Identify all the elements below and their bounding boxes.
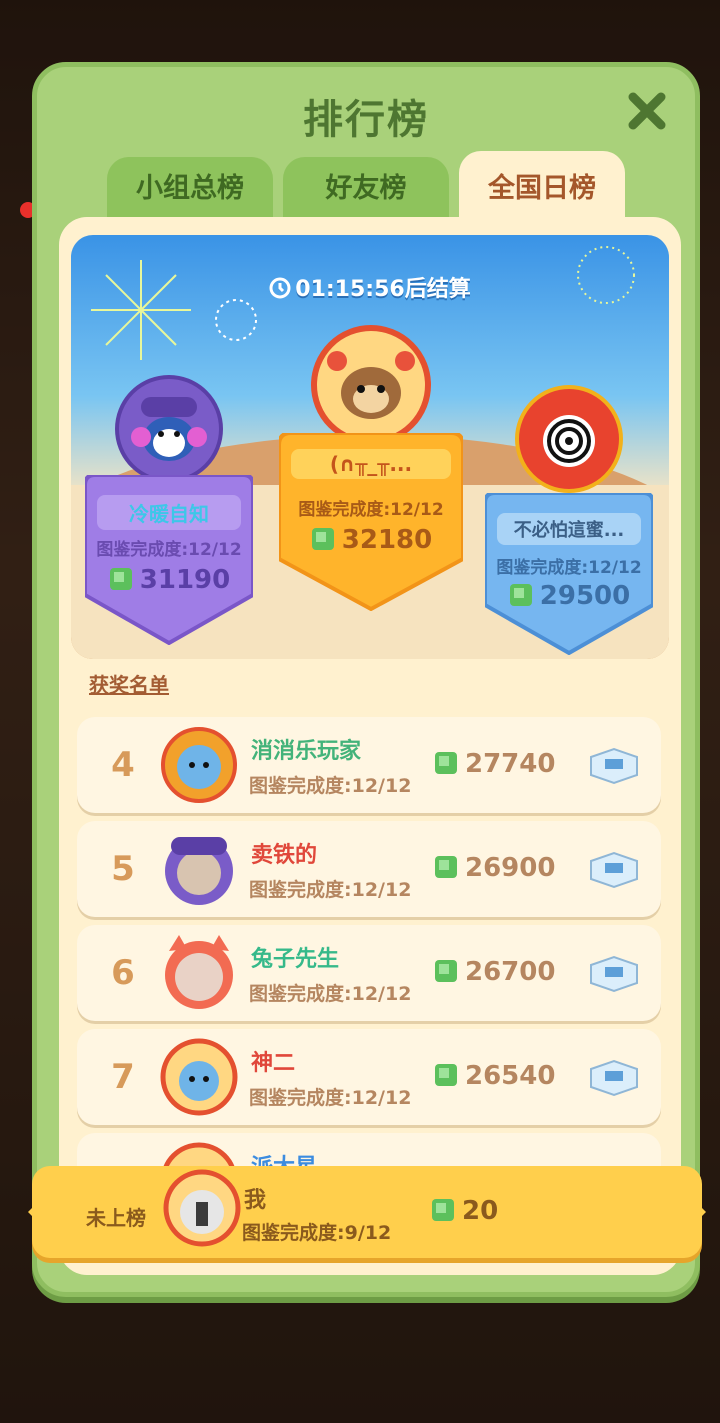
leaderboard-modal: 排行榜 小组总榜 好友榜 全国日榜 01:15:56后结算 冷暖自知 图鉴完成度…: [32, 62, 700, 1297]
my-progress: 图鉴完成度:9/12: [242, 1222, 392, 1244]
bar-right-cap-icon: [682, 1188, 706, 1236]
gem-icon: [435, 752, 457, 774]
list-item[interactable]: 4 消消乐玩家 图鉴完成度:12/12 27740: [77, 717, 661, 813]
podium-score-value: 29500: [539, 581, 631, 611]
podium-progress: 图鉴完成度:12/12: [496, 558, 642, 578]
awards-list-label[interactable]: 获奖名单: [89, 669, 169, 698]
gem-icon: [432, 1199, 454, 1221]
avatar: [165, 935, 233, 1009]
player-score-value: 26900: [465, 853, 556, 883]
avatar: [311, 325, 431, 445]
list-item[interactable]: 7 神二 图鉴完成度:12/12 26540: [77, 1029, 661, 1125]
reward-box-icon[interactable]: [587, 849, 641, 889]
podium-area: 01:15:56后结算 冷暖自知 图鉴完成度:12/12 31190 (∩╥_╥…: [71, 235, 669, 659]
podium-first[interactable]: (∩╥_╥... 图鉴完成度:12/12 32180: [279, 325, 463, 615]
player-progress: 图鉴完成度:12/12: [249, 775, 412, 797]
player-score: 26700: [433, 957, 555, 987]
my-name: 我: [244, 1188, 267, 1213]
reward-box-icon[interactable]: [587, 745, 641, 785]
podium-score: 32180: [279, 525, 463, 555]
player-name: 卖铁的: [251, 843, 318, 868]
avatar: [115, 375, 223, 483]
podium-name: 冷暖自知: [97, 495, 241, 530]
podium-score-value: 31190: [139, 565, 231, 595]
podium-progress: 图鉴完成度:12/12: [298, 500, 444, 520]
gem-icon: [509, 584, 532, 606]
spiral-icon: [543, 415, 595, 467]
tab-bar: 小组总榜 好友榜 全国日榜: [107, 151, 637, 221]
player-score: 26540: [433, 1061, 555, 1091]
settlement-timer: 01:15:56后结算: [71, 271, 669, 303]
my-rank-status: 未上榜: [86, 1206, 146, 1230]
reward-box-icon[interactable]: [587, 1057, 641, 1097]
podium-name: 不必怕這蜜...: [497, 513, 641, 545]
podium-second[interactable]: 冷暖自知 图鉴完成度:12/12 31190: [85, 375, 253, 645]
rank-number: 5: [111, 849, 135, 889]
tab-friends[interactable]: 好友榜: [283, 157, 449, 221]
podium-score-value: 32180: [341, 525, 433, 555]
rank-number: 6: [111, 953, 135, 993]
timer-text: 01:15:56后结算: [295, 277, 471, 302]
player-progress: 图鉴完成度:12/12: [249, 879, 412, 901]
modal-title: 排行榜: [303, 97, 429, 143]
podium-progress: 图鉴完成度:12/12: [96, 540, 242, 560]
avatar: [163, 1169, 241, 1247]
podium-third[interactable]: 不必怕這蜜... 图鉴完成度:12/12 29500: [485, 385, 653, 655]
player-score: 26900: [433, 853, 555, 883]
player-name: 神二: [251, 1051, 296, 1076]
gem-icon: [435, 1064, 457, 1086]
player-progress: 图鉴完成度:12/12: [249, 1087, 412, 1109]
player-name: 兔子先生: [251, 947, 340, 972]
tab-group-total[interactable]: 小组总榜: [107, 157, 273, 221]
podium-score: 29500: [485, 581, 653, 611]
clock-icon: [269, 277, 291, 299]
podium-name: (∩╥_╥...: [291, 449, 451, 479]
reward-box-icon[interactable]: [587, 953, 641, 993]
gem-icon: [435, 856, 457, 878]
list-item[interactable]: 5 卖铁的 图鉴完成度:12/12 26900: [77, 821, 661, 917]
player-score-value: 26540: [465, 1061, 556, 1091]
podium-score: 31190: [85, 565, 253, 595]
close-button[interactable]: [625, 89, 669, 133]
my-score-value: 20: [462, 1196, 499, 1226]
rank-number: 4: [111, 745, 135, 785]
raccoon-icon: [327, 351, 415, 419]
avatar: [161, 727, 237, 803]
bar-left-cap-icon: [28, 1188, 52, 1236]
tab-national-daily[interactable]: 全国日榜: [459, 151, 625, 221]
avatar: [515, 385, 623, 493]
rank-number: 7: [111, 1057, 135, 1097]
gem-icon: [435, 960, 457, 982]
gem-icon: [109, 568, 132, 590]
player-progress: 图鉴完成度:12/12: [249, 983, 412, 1005]
player-score-value: 27740: [465, 749, 556, 779]
close-icon: [628, 92, 666, 130]
player-score-value: 26700: [465, 957, 556, 987]
avatar: [165, 837, 233, 905]
list-item[interactable]: 6 兔子先生 图鉴完成度:12/12 26700: [77, 925, 661, 1021]
gem-icon: [311, 528, 334, 550]
my-rank-bar[interactable]: 未上榜 我 图鉴完成度:9/12 20: [28, 1166, 706, 1258]
avatar: [160, 1038, 238, 1116]
my-score: 20: [430, 1196, 498, 1226]
player-score: 27740: [433, 749, 555, 779]
player-name: 消消乐玩家: [251, 739, 362, 764]
leaderboard-panel: 01:15:56后结算 冷暖自知 图鉴完成度:12/12 31190 (∩╥_╥…: [59, 217, 681, 1275]
penguin-icon: [131, 397, 207, 461]
